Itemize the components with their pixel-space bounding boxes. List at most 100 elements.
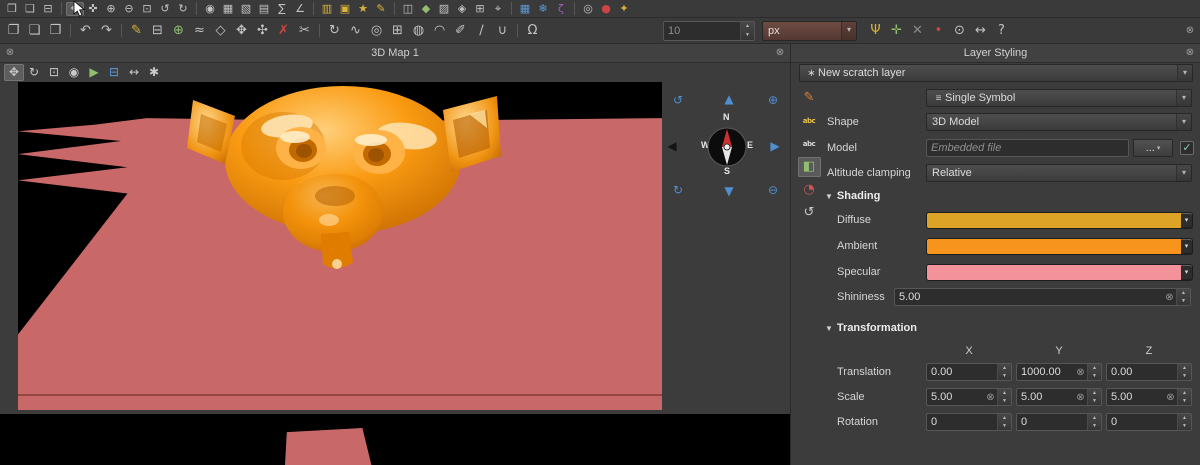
open-project-icon[interactable]: ❒ — [3, 2, 21, 16]
compass[interactable] — [705, 125, 749, 169]
camera-rotate-icon[interactable]: ↻ — [24, 64, 44, 81]
zoom-tool-icon[interactable]: ⊙ — [949, 21, 970, 40]
shape-combo[interactable]: 3D Model ▾ — [926, 113, 1192, 131]
close-panel-icon[interactable]: ⊗ — [1184, 47, 1196, 59]
clear-icon[interactable]: ⊗ — [1074, 392, 1087, 403]
history-tab-icon[interactable]: ↺ — [798, 203, 821, 223]
redo-icon[interactable]: ↷ — [96, 21, 117, 40]
annotation-icon[interactable]: ✎ — [372, 2, 390, 16]
tracing-dot-icon[interactable]: • — [928, 21, 949, 40]
zoom-full-icon[interactable]: ⊡ — [138, 2, 156, 16]
tilt-down-icon[interactable]: ▼ — [721, 183, 737, 199]
map-3d-titlebar[interactable]: ⊗ 3D Map 1 ⊗ — [0, 44, 790, 63]
translation-y-spinbox[interactable]: 1000.00 ⊗ ▲▼ — [1016, 363, 1102, 381]
rotation-x-spinbox[interactable]: 0 ⊗ ▲▼ — [926, 413, 1012, 431]
rotate-cw-icon[interactable]: ↻ — [670, 182, 686, 198]
processing-toolbox-icon[interactable]: ▦ — [516, 2, 534, 16]
scale-z-spinbox[interactable]: 5.00 ⊗ ▲▼ — [1106, 388, 1192, 406]
rotate-ccw-icon[interactable]: ↺ — [670, 92, 686, 108]
diffuse-color-button[interactable]: ▾ — [926, 212, 1193, 229]
animations-3d-icon[interactable]: ▶ — [84, 64, 104, 81]
scale-x-spinbox[interactable]: 5.00 ⊗ ▲▼ — [926, 388, 1012, 406]
zoom-out-icon[interactable]: ⊖ — [765, 182, 781, 198]
scale-spinbox[interactable]: 10 ▲▼ — [663, 21, 755, 41]
spin-arrows[interactable]: ▲▼ — [1177, 414, 1191, 430]
clear-icon[interactable]: ⊗ — [984, 392, 997, 403]
zoom-full-3d-icon[interactable]: ⊡ — [44, 64, 64, 81]
spin-arrows[interactable]: ▲▼ — [1087, 389, 1101, 405]
plugin-search-icon[interactable]: ◎ — [579, 2, 597, 16]
pan-left-icon[interactable]: ◀ — [664, 138, 680, 154]
merge-features-icon[interactable]: ∪ — [492, 21, 513, 40]
transformation-group-header[interactable]: ▼Transformation — [825, 322, 917, 334]
save-image-3d-icon[interactable]: ⊟ — [104, 64, 124, 81]
pan-right-icon[interactable]: ▶ — [767, 138, 783, 154]
save-layer-edits-icon[interactable]: ⊟ — [147, 21, 168, 40]
select-features-icon[interactable]: ▦ — [219, 2, 237, 16]
map-3d-viewport[interactable] — [18, 82, 662, 410]
move-tool-icon[interactable]: ↔ — [970, 21, 991, 40]
toolbar-close-icon[interactable]: ⊗ — [1184, 25, 1196, 37]
model-file-input[interactable] — [926, 139, 1129, 157]
clear-icon[interactable]: ⊗ — [1164, 392, 1177, 403]
copy-features-icon[interactable]: ❏ — [24, 21, 45, 40]
configure-3d-icon[interactable]: ✱ — [144, 64, 164, 81]
layer-styling-titlebar[interactable]: Layer Styling ⊗ — [791, 44, 1200, 63]
zoom-last-icon[interactable]: ↺ — [156, 2, 174, 16]
browse-model-button[interactable]: ... ▾ — [1133, 139, 1173, 157]
open-attribute-table-icon[interactable]: ▤ — [255, 2, 273, 16]
measure-line-icon[interactable]: ∠ — [291, 2, 309, 16]
tilt-up-icon[interactable]: ▲ — [721, 91, 737, 107]
measure-3d-icon[interactable]: ↔ — [124, 64, 144, 81]
identify-features-icon[interactable]: ◉ — [201, 2, 219, 16]
new-print-layout-icon[interactable]: ▥ — [318, 2, 336, 16]
osm-tools-icon[interactable]: ✦ — [615, 2, 633, 16]
new-project-icon[interactable]: ❏ — [21, 2, 39, 16]
stream-digitizing-icon[interactable]: Ψ — [865, 21, 886, 40]
offset-curve-icon[interactable]: ◠ — [429, 21, 450, 40]
processing-model-icon[interactable]: ❄ — [534, 2, 552, 16]
data-source-manager-icon[interactable]: ◫ — [399, 2, 417, 16]
help-icon[interactable]: ? — [991, 21, 1012, 40]
paste-features-icon[interactable]: ❒ — [45, 21, 66, 40]
spin-arrows[interactable]: ▲▼ — [740, 22, 754, 40]
split-features-icon[interactable]: ∕ — [471, 21, 492, 40]
zoom-in-icon[interactable]: ⊕ — [765, 92, 781, 108]
add-line-feature-icon[interactable]: ≈ — [189, 21, 210, 40]
toggle-editing-icon[interactable]: ✎ — [126, 21, 147, 40]
zoom-in-icon[interactable]: ⊕ — [102, 2, 120, 16]
save-project-icon[interactable]: ⊟ — [39, 2, 57, 16]
delete-selected-icon[interactable]: ✗ — [273, 21, 294, 40]
undo-icon[interactable]: ↶ — [75, 21, 96, 40]
spin-arrows[interactable]: ▲▼ — [1177, 364, 1191, 380]
scale-y-spinbox[interactable]: 5.00 ⊗ ▲▼ — [1016, 388, 1102, 406]
clear-icon[interactable]: ⊗ — [1074, 367, 1087, 378]
clear-icon[interactable]: ⊗ — [1163, 292, 1176, 303]
rotation-z-spinbox[interactable]: 0 ⊗ ▲▼ — [1106, 413, 1192, 431]
layer-selector-combo[interactable]: ∗ New scratch layer ▾ — [799, 64, 1193, 82]
zoom-next-icon[interactable]: ↻ — [174, 2, 192, 16]
zoom-out-icon[interactable]: ⊖ — [120, 2, 138, 16]
new-mesh-layer-icon[interactable]: ◈ — [453, 2, 471, 16]
cut-features-icon[interactable]: ✂ — [294, 21, 315, 40]
simplify-feature-icon[interactable]: ∿ — [345, 21, 366, 40]
unit-combo[interactable]: px ▾ — [762, 21, 857, 41]
map-2d-viewport[interactable] — [0, 414, 790, 465]
advanced-digitizing-icon[interactable]: ✛ — [886, 21, 907, 40]
model-enabled-checkbox[interactable]: ✓ — [1180, 141, 1194, 155]
add-polygon-feature-icon[interactable]: ◇ — [210, 21, 231, 40]
symbology-tab-icon[interactable]: ✎ — [798, 88, 821, 108]
symbol-mode-combo[interactable]: ≡ Single Symbol ▾ — [926, 89, 1192, 107]
clipboard-icon[interactable]: ❐ — [3, 21, 24, 40]
reshape-features-icon[interactable]: ✐ — [450, 21, 471, 40]
python-console-icon[interactable]: ζ — [552, 2, 570, 16]
shading-group-header[interactable]: ▼Shading — [825, 190, 880, 202]
add-part-icon[interactable]: ⊞ — [387, 21, 408, 40]
specular-color-button[interactable]: ▾ — [926, 264, 1193, 281]
new-raster-layer-icon[interactable]: ▨ — [435, 2, 453, 16]
rotation-y-spinbox[interactable]: 0 ⊗ ▲▼ — [1016, 413, 1102, 431]
spin-arrows[interactable]: ▲▼ — [1176, 289, 1190, 305]
metasearch-icon[interactable]: ● — [597, 2, 615, 16]
translation-x-spinbox[interactable]: 0.00 ⊗ ▲▼ — [926, 363, 1012, 381]
masks-tab-icon[interactable]: abc — [798, 134, 821, 154]
